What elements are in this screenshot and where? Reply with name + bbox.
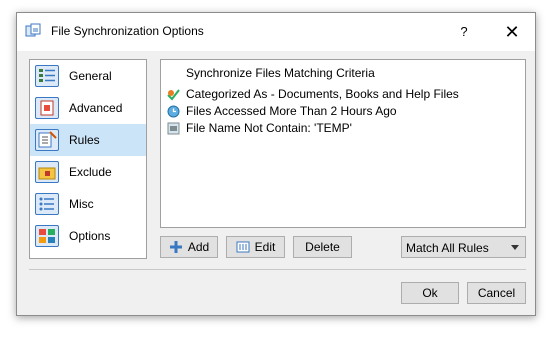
sidebar-item-general[interactable]: General [30,60,146,92]
file-name-icon [167,122,180,134]
misc-icon [35,193,59,215]
options-dialog: File Synchronization Options ? ✕ General… [16,12,536,316]
sidebar-item-label: Advanced [69,101,123,115]
rules-list[interactable]: Synchronize Files Matching Criteria Cate… [160,59,526,228]
sidebar-item-label: Exclude [69,165,112,179]
title-bar: File Synchronization Options ? ✕ [17,13,535,51]
window-title: File Synchronization Options [51,24,204,38]
general-icon [35,65,59,87]
app-icon [25,23,41,37]
sidebar-item-rules[interactable]: Rules [30,124,146,156]
sidebar-item-label: Rules [69,133,100,147]
edit-icon [236,241,250,253]
category-icon [167,88,180,101]
close-icon: ✕ [504,22,520,42]
sidebar-item-label: Options [69,229,111,243]
cancel-button[interactable]: Cancel [467,282,526,304]
sidebar-item-advanced[interactable]: Advanced [30,92,146,124]
exclude-icon [35,161,59,183]
rules-header: Synchronize Files Matching Criteria [186,66,375,80]
edit-label: Edit [254,240,276,254]
divider [29,269,526,270]
match-rules-value: Match All Rules [406,241,489,255]
sidebar: General Advanced Rules Exclude Misc Opti… [29,59,147,259]
add-label: Add [187,240,210,254]
rule-item[interactable]: Files Accessed More Than 2 Hours Ago [167,103,397,119]
sidebar-item-options[interactable]: Options [30,220,146,252]
sidebar-item-label: Misc [69,197,94,211]
close-button[interactable]: ✕ [489,13,535,51]
sidebar-item-misc[interactable]: Misc [30,188,146,220]
delete-button[interactable]: Delete [293,236,352,258]
help-button[interactable]: ? [441,13,487,51]
edit-button[interactable]: Edit [226,236,285,258]
sidebar-item-exclude[interactable]: Exclude [30,156,146,188]
sidebar-item-label: General [69,69,112,83]
rule-item[interactable]: File Name Not Contain: 'TEMP' [167,120,352,136]
rule-text: Files Accessed More Than 2 Hours Ago [186,104,397,118]
delete-label: Delete [305,240,340,254]
rules-icon [35,129,59,151]
match-rules-select[interactable]: Match All Rules [401,236,526,258]
chevron-down-icon [511,245,519,250]
rule-item[interactable]: Categorized As - Documents, Books and He… [167,86,459,102]
rule-text: Categorized As - Documents, Books and He… [186,87,459,101]
cancel-label: Cancel [477,286,516,300]
ok-label: Ok [422,286,438,300]
plus-icon [169,241,182,253]
advanced-icon [35,97,59,119]
add-button[interactable]: Add [160,236,218,258]
rule-text: File Name Not Contain: 'TEMP' [186,121,352,135]
options-icon [35,225,59,247]
clock-icon [167,105,180,117]
ok-button[interactable]: Ok [401,282,459,304]
